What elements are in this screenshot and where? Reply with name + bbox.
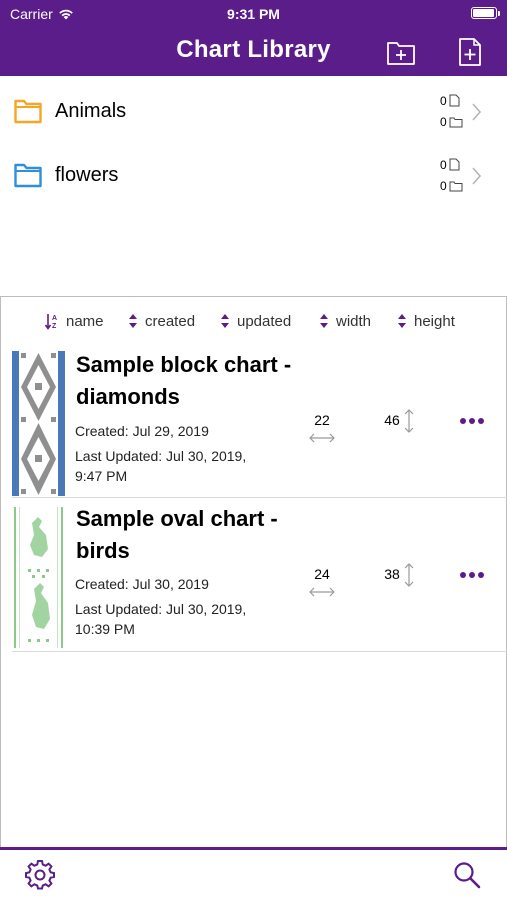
bottom-toolbar	[0, 847, 507, 900]
row-divider	[12, 651, 507, 652]
folder-counts: 0 0	[440, 90, 463, 132]
sort-label: created	[145, 312, 196, 330]
file-icon	[449, 158, 460, 171]
file-icon	[449, 94, 460, 107]
chart-name: Sample block chart - diamonds	[76, 352, 292, 409]
nav-header: Carrier 9:31 PM Chart Library	[0, 0, 507, 76]
chart-updated: Last Updated: Jul 30, 2019, 9:47 PM	[75, 448, 247, 484]
subfolder-count: 0	[440, 178, 447, 193]
chart-updated: Last Updated: Jul 30, 2019, 10:39 PM	[75, 601, 247, 637]
svg-text:Z: Z	[52, 323, 57, 330]
row-divider	[12, 497, 507, 498]
folder-small-icon	[449, 181, 463, 191]
sort-by-height[interactable]: height	[396, 312, 455, 330]
page-title: Chart Library	[176, 36, 331, 63]
file-count: 0	[440, 93, 447, 108]
sort-updown-icon	[221, 314, 229, 328]
svg-text:A: A	[52, 315, 57, 322]
chart-width-value: 22	[314, 412, 330, 428]
chart-row-birds[interactable]: Sample oval chart - birds Created: Jul 3…	[0, 499, 507, 653]
chevron-right-icon	[472, 167, 482, 185]
sort-updown-icon	[320, 314, 328, 328]
file-plus-icon[interactable]	[455, 38, 485, 66]
sort-updown-icon	[398, 314, 406, 328]
sort-label: name	[66, 312, 104, 330]
more-options-icon[interactable]	[459, 571, 485, 579]
chart-thumbnail	[12, 351, 65, 496]
folder-icon	[14, 163, 42, 188]
chart-width-value: 24	[314, 566, 330, 582]
height-arrows-icon	[404, 409, 414, 433]
folder-icon	[14, 99, 42, 124]
search-icon[interactable]	[452, 860, 482, 890]
sort-by-name[interactable]: A Z name	[44, 312, 104, 330]
sort-label: updated	[237, 312, 292, 330]
folder-row-animals[interactable]: Animals 0 0	[0, 80, 507, 144]
width-arrows-icon	[309, 433, 335, 443]
width-arrows-icon	[309, 587, 335, 597]
chart-height-value: 46	[384, 412, 400, 428]
folder-small-icon	[449, 117, 463, 127]
sort-label: width	[336, 312, 372, 330]
gear-icon[interactable]	[25, 860, 55, 890]
chart-created: Created: Jul 29, 2019	[75, 423, 209, 439]
chart-name: Sample oval chart - birds	[76, 506, 278, 563]
folder-counts: 0 0	[440, 154, 463, 196]
sort-bar: A Z name created updated width height	[0, 312, 507, 332]
chart-created: Created: Jul 30, 2019	[75, 576, 209, 592]
folder-name: flowers	[55, 164, 119, 186]
folder-name: Animals	[55, 100, 127, 122]
sort-by-updated[interactable]: updated	[219, 312, 291, 330]
chart-thumbnail	[12, 505, 65, 650]
sort-label: height	[414, 312, 455, 330]
chart-row-diamonds[interactable]: Sample block chart - diamonds Created: J…	[0, 345, 507, 499]
sort-updown-icon	[129, 314, 137, 328]
chevron-right-icon	[472, 103, 482, 121]
status-bar: Carrier 9:31 PM	[0, 4, 507, 24]
sort-az-icon: A Z	[44, 314, 57, 330]
folder-plus-icon[interactable]	[386, 38, 416, 66]
chart-height-value: 38	[384, 566, 400, 582]
file-count: 0	[440, 157, 447, 172]
more-options-icon[interactable]	[459, 417, 485, 425]
sort-by-width[interactable]: width	[318, 312, 371, 330]
sort-by-created[interactable]: created	[127, 312, 195, 330]
height-arrows-icon	[404, 563, 414, 587]
folder-row-flowers[interactable]: flowers 0 0	[0, 144, 507, 208]
subfolder-count: 0	[440, 114, 447, 129]
battery-icon	[471, 7, 500, 19]
status-time: 9:31 PM	[227, 6, 280, 22]
